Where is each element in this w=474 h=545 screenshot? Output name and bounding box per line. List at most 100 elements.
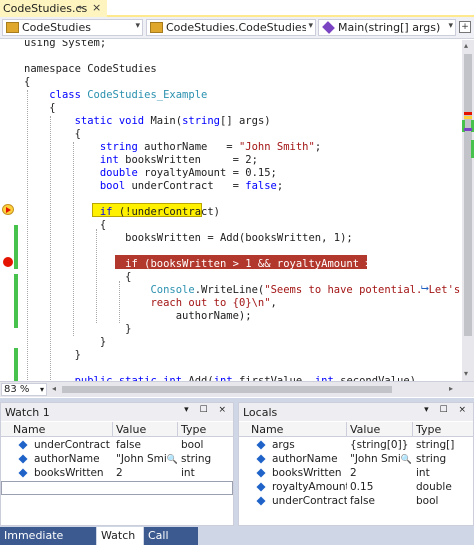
- code-line[interactable]: {: [24, 75, 30, 89]
- text-visualizer-icon[interactable]: 🔍 ▾: [167, 455, 178, 465]
- code-line[interactable]: authorName);: [24, 309, 252, 323]
- project-dropdown[interactable]: CodeStudies ▾: [2, 19, 143, 36]
- table-row[interactable]: args {string[0]} string[]: [239, 438, 473, 452]
- code-line[interactable]: if (!underContract): [24, 205, 220, 219]
- scroll-right-icon[interactable]: ▸: [449, 384, 453, 393]
- code-line[interactable]: int booksWritten = 2;: [24, 153, 258, 167]
- zoom-dropdown[interactable]: 83 % ▾: [1, 383, 47, 396]
- chevron-down-icon: ▾: [448, 21, 453, 31]
- document-tab-codestudies[interactable]: CodeStudies.cs ➔ ×: [0, 0, 107, 17]
- member-dropdown[interactable]: Main(string[] args) ▾: [318, 19, 456, 36]
- pin-icon[interactable]: ➔: [76, 3, 83, 12]
- change-bar: [14, 274, 18, 328]
- code-line[interactable]: {: [24, 270, 131, 284]
- code-editor[interactable]: using System; namespace CodeStudies{ clas…: [0, 40, 462, 381]
- variable-type: int: [181, 467, 195, 479]
- scroll-down-icon[interactable]: ▾: [464, 369, 468, 378]
- variable-name: underContract: [272, 495, 347, 507]
- code-line[interactable]: string authorName = "John Smith";: [24, 140, 321, 154]
- column-header-name[interactable]: Name: [239, 422, 347, 437]
- column-header-value[interactable]: Value: [347, 422, 413, 437]
- change-bar: [14, 348, 18, 381]
- variable-value[interactable]: "John Smi🔍 ▾: [347, 452, 413, 466]
- breakpoint-icon[interactable]: [3, 257, 13, 267]
- code-token: authorName);: [24, 310, 252, 322]
- variable-value[interactable]: {string[0]}: [347, 438, 413, 452]
- code-token: .WriteLine(: [194, 284, 265, 296]
- tab-immediate-window[interactable]: Immediate Window: [0, 527, 96, 545]
- code-line[interactable]: }: [24, 322, 131, 336]
- column-header-value[interactable]: Value: [113, 422, 178, 437]
- current-statement-icon[interactable]: [2, 204, 14, 215]
- scrollbar-thumb[interactable]: [464, 54, 472, 336]
- add-watch-row[interactable]: [1, 481, 233, 495]
- code-token: {: [24, 271, 132, 283]
- code-line[interactable]: double royaltyAmount = 0.15;: [24, 166, 277, 180]
- column-header-name[interactable]: Name: [1, 422, 113, 437]
- editor-vertical-scrollbar[interactable]: ▴ ▾: [462, 40, 474, 381]
- variable-value[interactable]: false: [347, 494, 413, 508]
- navigation-bar: CodeStudies ▾ CodeStudies.CodeStudies_E:…: [0, 17, 474, 39]
- variable-icon: [256, 454, 266, 464]
- window-buttons[interactable]: ▾ ☐ ×: [424, 405, 470, 415]
- variable-value[interactable]: 2: [113, 466, 178, 480]
- code-line[interactable]: {: [24, 218, 106, 232]
- code-token: "John Smith": [238, 141, 315, 153]
- scroll-left-icon[interactable]: ◂: [52, 384, 56, 393]
- caret-marker: [464, 128, 472, 131]
- table-row[interactable]: underContract false bool: [239, 494, 473, 508]
- code-line[interactable]: namespace CodeStudies: [24, 62, 157, 76]
- chevron-down-icon: ▾: [308, 21, 313, 31]
- variable-value[interactable]: 0.15: [347, 480, 413, 494]
- scroll-up-icon[interactable]: ▴: [464, 41, 468, 50]
- table-row[interactable]: underContract false bool: [1, 438, 233, 452]
- code-token: using System;: [24, 40, 107, 49]
- code-line[interactable]: }: [24, 348, 81, 362]
- window-buttons[interactable]: ▾ ☐ ×: [184, 405, 230, 415]
- code-line[interactable]: class CodeStudies_Example: [24, 88, 207, 102]
- variable-value[interactable]: "John Smi🔍 ▾: [113, 452, 178, 466]
- split-window-button[interactable]: +: [459, 21, 471, 33]
- code-line[interactable]: Console.WriteLine("Seems to have potenti…: [24, 283, 460, 297]
- table-row[interactable]: authorName "John Smi🔍 ▾string: [239, 452, 473, 466]
- code-token: }: [24, 349, 81, 361]
- code-line[interactable]: {: [24, 101, 55, 115]
- variable-type: int: [416, 467, 430, 479]
- code-line[interactable]: {: [24, 127, 81, 141]
- code-token: reach out to {0}\n": [150, 297, 271, 309]
- code-line[interactable]: static void Main(string[] args): [24, 114, 271, 128]
- code-line[interactable]: public static int Add(int firstValue, in…: [24, 374, 416, 381]
- horizontal-scrollbar-thumb[interactable]: [62, 386, 392, 393]
- code-line[interactable]: bool underContract = false;: [24, 179, 283, 193]
- variable-icon: [256, 440, 266, 450]
- table-row[interactable]: booksWritten 2 int: [1, 466, 233, 480]
- column-header-type[interactable]: Type: [413, 422, 474, 437]
- column-header-type[interactable]: Type: [178, 422, 235, 437]
- locals-window-title-bar[interactable]: Locals ▾ ☐ ×: [239, 403, 473, 421]
- code-line[interactable]: reach out to {0}\n",: [24, 296, 276, 310]
- tab-call-stack[interactable]: Call Stack: [144, 527, 198, 545]
- current-line-marker: [464, 116, 472, 119]
- type-dropdown[interactable]: CodeStudies.CodeStudies_E: ▾: [146, 19, 316, 36]
- variable-value[interactable]: 2: [347, 466, 413, 480]
- code-line[interactable]: if (booksWritten > 1 && royaltyAmount >=…: [24, 257, 403, 271]
- variable-type: bool: [181, 439, 204, 451]
- variable-value[interactable]: false: [113, 438, 178, 452]
- code-line[interactable]: }: [24, 335, 106, 349]
- text-visualizer-icon[interactable]: 🔍 ▾: [401, 455, 413, 465]
- code-line[interactable]: booksWritten = Add(booksWritten, 1);: [24, 231, 353, 245]
- close-icon[interactable]: ×: [92, 1, 101, 14]
- table-row[interactable]: authorName "John Smi🔍 ▾string: [1, 452, 233, 466]
- variable-name: royaltyAmount: [272, 481, 347, 493]
- table-row[interactable]: royaltyAmount 0.15 double: [239, 480, 473, 494]
- table-row[interactable]: booksWritten 2 int: [239, 466, 473, 480]
- code-line[interactable]: using System;: [24, 40, 106, 50]
- chevron-down-icon: ▾: [39, 385, 44, 394]
- code-token: string: [182, 115, 221, 127]
- variable-name: booksWritten: [272, 467, 342, 479]
- tab-watch-1[interactable]: Watch 1: [97, 527, 143, 545]
- variable-name: booksWritten: [34, 467, 104, 479]
- variable-name: underContract: [34, 439, 110, 451]
- watch-window-title-bar[interactable]: Watch 1 ▾ ☐ ×: [1, 403, 233, 421]
